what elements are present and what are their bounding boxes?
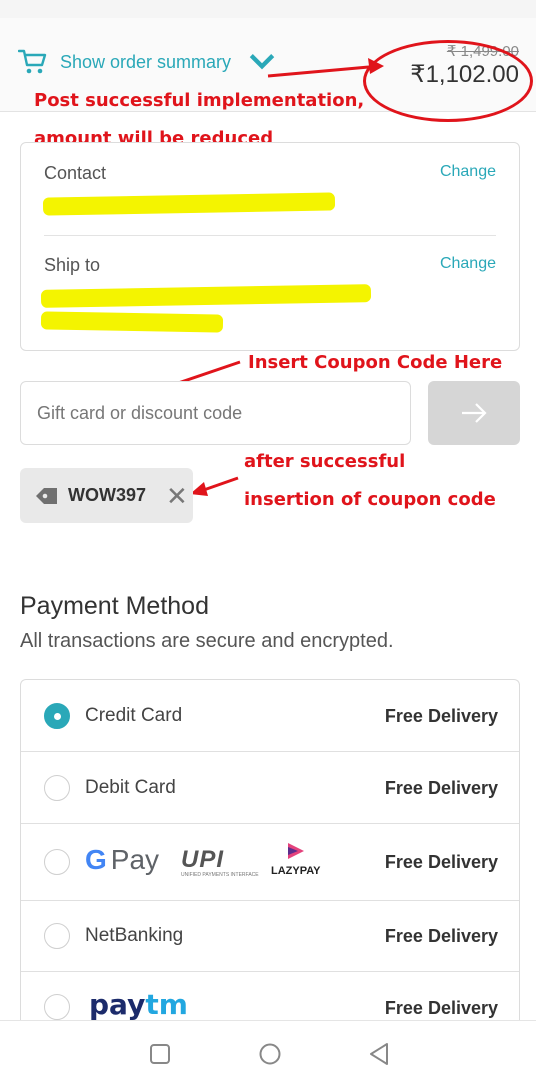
- arrow-right-icon: [462, 403, 487, 423]
- lazypay-play-icon: [287, 843, 304, 859]
- recent-apps-icon[interactable]: [149, 1043, 171, 1065]
- upi-logo: UPI UNIFIED PAYMENTS INTERFACE: [181, 846, 259, 878]
- gpay-logo: G Pay: [85, 844, 160, 875]
- status-bar: [0, 0, 536, 18]
- contact-row: Contact Change: [44, 163, 496, 184]
- tag-icon: [36, 487, 57, 504]
- contact-change-link[interactable]: Change: [440, 163, 496, 181]
- ship-to-label: Ship to: [44, 255, 101, 275]
- back-icon[interactable]: [368, 1042, 390, 1066]
- redacted-address-line1: [40, 284, 372, 308]
- radio-debit-card[interactable]: [44, 775, 70, 801]
- redacted-email: [42, 192, 336, 216]
- payment-option-delivery: Free Delivery: [384, 778, 498, 798]
- payment-option-delivery: Free Delivery: [384, 706, 498, 726]
- discount-code-input[interactable]: [20, 381, 411, 445]
- lazypay-logo: LAZYPAY: [271, 842, 321, 877]
- contact-shipping-box: Contact Change Ship to Change: [20, 142, 520, 351]
- payment-option-debit-card[interactable]: Debit Card Free Delivery: [21, 752, 519, 824]
- radio-credit-card[interactable]: [44, 703, 70, 729]
- annotation-coupon-applied-line1: after successful: [244, 451, 406, 472]
- payment-options-list: Credit Card Free Delivery Debit Card Fre…: [20, 679, 520, 1039]
- payment-option-label: Debit Card: [85, 777, 176, 798]
- ship-to-row: Ship to Change: [44, 255, 496, 276]
- ship-to-change-link[interactable]: Change: [440, 255, 496, 273]
- payment-option-delivery: Free Delivery: [384, 926, 498, 946]
- paytm-logo: paytm: [89, 988, 188, 1021]
- redacted-address-line2: [40, 311, 224, 333]
- show-order-summary-label: Show order summary: [60, 51, 232, 72]
- payment-method-title: Payment Method: [20, 592, 209, 620]
- cart-icon: [18, 49, 47, 74]
- annotation-coupon-applied-line2: insertion of coupon code: [244, 489, 496, 510]
- remove-coupon-icon[interactable]: ✕: [166, 483, 188, 509]
- home-icon[interactable]: [258, 1042, 282, 1066]
- payment-option-label: Credit Card: [85, 705, 183, 726]
- payment-option-credit-card[interactable]: Credit Card Free Delivery: [21, 680, 519, 752]
- applied-coupon-tag: WOW397 ✕: [20, 468, 193, 523]
- payment-option-delivery: Free Delivery: [384, 998, 498, 1018]
- system-navigation-bar: [0, 1020, 536, 1086]
- annotation-price-line1: Post successful implementation,: [34, 90, 365, 111]
- payment-option-netbanking[interactable]: NetBanking Free Delivery: [21, 901, 519, 972]
- radio-gpay[interactable]: [44, 849, 70, 875]
- annotation-insert-coupon: Insert Coupon Code Here: [248, 352, 503, 373]
- chevron-down-icon: [249, 54, 275, 70]
- radio-netbanking[interactable]: [44, 923, 70, 949]
- payment-option-delivery: Free Delivery: [384, 852, 498, 872]
- payment-option-label: NetBanking: [85, 925, 184, 946]
- payment-method-subtitle: All transactions are secure and encrypte…: [20, 630, 394, 652]
- applied-coupon-code: WOW397: [68, 485, 147, 505]
- divider: [44, 235, 496, 236]
- annotation-arrow-tag: [197, 476, 239, 494]
- radio-paytm[interactable]: [44, 994, 70, 1020]
- payment-option-gpay-upi-lazypay[interactable]: G Pay UPI UNIFIED PAYMENTS INTERFACE LAZY…: [21, 824, 519, 901]
- show-order-summary-button[interactable]: Show order summary: [18, 48, 277, 76]
- annotation-ellipse: [363, 40, 533, 122]
- apply-discount-button[interactable]: [428, 381, 520, 445]
- contact-label: Contact: [44, 163, 107, 183]
